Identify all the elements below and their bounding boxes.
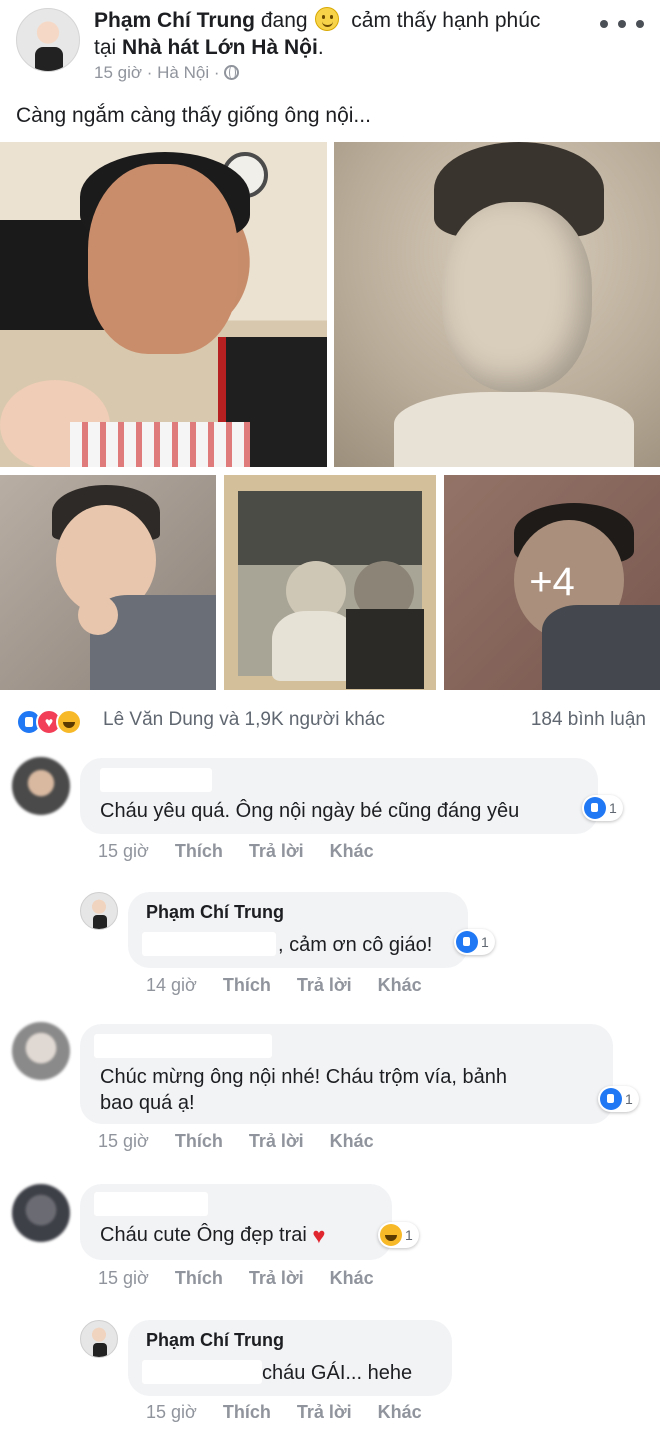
location-link[interactable]: Nhà hát Lớn Hà Nội bbox=[122, 36, 318, 59]
commenter-avatar[interactable] bbox=[12, 1022, 70, 1080]
more-button[interactable]: Khác bbox=[378, 1402, 422, 1423]
more-options-icon[interactable] bbox=[600, 12, 644, 36]
haha-icon bbox=[56, 709, 82, 735]
more-button[interactable]: Khác bbox=[378, 975, 422, 996]
post-time[interactable]: 15 giờ bbox=[94, 63, 142, 82]
reaction-count: 1 bbox=[405, 1227, 413, 1243]
comment-time: 14 giờ bbox=[146, 975, 197, 995]
comment-actions: 15 giờ Thích Trả lời Khác bbox=[98, 1268, 374, 1289]
reply-actions: 15 giờ Thích Trả lời Khác bbox=[146, 1402, 422, 1423]
comment-actions: 15 giờ Thích Trả lời Khác bbox=[98, 841, 374, 862]
like-button[interactable]: Thích bbox=[223, 1402, 271, 1423]
reply-button[interactable]: Trả lời bbox=[249, 1131, 304, 1152]
commenter-name-hidden[interactable] bbox=[94, 1034, 272, 1058]
like-button[interactable]: Thích bbox=[223, 975, 271, 996]
more-button[interactable]: Khác bbox=[330, 1131, 374, 1152]
photo-grandpa-baby[interactable] bbox=[0, 142, 327, 467]
reply-button[interactable]: Trả lời bbox=[297, 1402, 352, 1423]
meta-separator: · bbox=[146, 63, 153, 82]
reactions-bar: Lê Văn Dung và 1,9K người khác 184 bình … bbox=[16, 707, 646, 737]
at-word: tại bbox=[94, 36, 117, 59]
photo-more[interactable]: +4 bbox=[444, 475, 660, 690]
comment-text-content: Cháu cute Ông đẹp trai bbox=[100, 1224, 307, 1246]
status-verb: đang bbox=[260, 9, 308, 32]
post-header-line2: tại Nhà hát Lớn Hà Nội. bbox=[94, 34, 324, 62]
comment-count[interactable]: 184 bình luận bbox=[531, 709, 646, 731]
reply-actions: 14 giờ Thích Trả lời Khác bbox=[146, 975, 422, 996]
reaction-icons[interactable] bbox=[16, 707, 96, 735]
reply-button[interactable]: Trả lời bbox=[297, 975, 352, 996]
post-header-line1: Phạm Chí Trung đang cảm thấy hạnh phúc bbox=[94, 6, 540, 36]
globe-icon bbox=[224, 65, 240, 80]
commenter-name-hidden[interactable] bbox=[100, 768, 212, 792]
reply-author-name[interactable]: Phạm Chí Trung bbox=[146, 902, 284, 923]
meta-separator-2: · bbox=[213, 63, 220, 82]
reply-bubble: Phạm Chí Trung , cảm ơn cô giáo! bbox=[128, 892, 468, 968]
photo-vintage-family[interactable] bbox=[224, 475, 436, 690]
more-photos-count: +4 bbox=[529, 560, 575, 604]
more-button[interactable]: Khác bbox=[330, 841, 374, 862]
comment-actions: 15 giờ Thích Trả lời Khác bbox=[98, 1131, 374, 1152]
post-meta: 15 giờ · Hà Nội · bbox=[94, 63, 240, 83]
comment-text: Cháu yêu quá. Ông nội ngày bé cũng đáng … bbox=[100, 800, 520, 822]
like-icon bbox=[600, 1088, 622, 1110]
comment-reaction-badge[interactable]: 1 bbox=[378, 1222, 419, 1248]
reply-button[interactable]: Trả lời bbox=[249, 1268, 304, 1289]
heart-icon: ♥ bbox=[312, 1223, 326, 1248]
photo-baby-lying[interactable] bbox=[0, 475, 216, 690]
reply-button[interactable]: Trả lời bbox=[249, 841, 304, 862]
post-place: Hà Nội bbox=[157, 63, 210, 82]
feeling-text: cảm thấy hạnh phúc bbox=[351, 9, 541, 32]
reaction-count: 1 bbox=[481, 934, 489, 950]
reaction-names[interactable]: Lê Văn Dung và 1,9K người khác bbox=[103, 709, 385, 731]
reply-author-avatar[interactable] bbox=[80, 1320, 118, 1358]
like-icon bbox=[456, 931, 478, 953]
reply-text: cháu GÁI... hehe bbox=[262, 1362, 413, 1384]
reply-author-name[interactable]: Phạm Chí Trung bbox=[146, 1330, 284, 1351]
like-button[interactable]: Thích bbox=[175, 841, 223, 862]
tagged-name-hidden[interactable] bbox=[142, 1360, 262, 1384]
tagged-name-hidden[interactable] bbox=[142, 932, 276, 956]
comment-bubble: Cháu yêu quá. Ông nội ngày bé cũng đáng … bbox=[80, 758, 598, 834]
comment-bubble: Chúc mừng ông nội nhé! Cháu trộm vía, bả… bbox=[80, 1024, 613, 1124]
commenter-name-hidden[interactable] bbox=[94, 1192, 208, 1216]
reply-text: , cảm ơn cô giáo! bbox=[278, 934, 433, 956]
like-button[interactable]: Thích bbox=[175, 1131, 223, 1152]
reaction-count: 1 bbox=[625, 1091, 633, 1107]
author-avatar[interactable] bbox=[16, 8, 80, 72]
author-name[interactable]: Phạm Chí Trung bbox=[94, 9, 255, 32]
comment-text: Cháu cute Ông đẹp trai ♥ bbox=[100, 1220, 325, 1251]
location-suffix: . bbox=[317, 36, 324, 59]
smiley-icon bbox=[315, 7, 340, 31]
reply-author-avatar[interactable] bbox=[80, 892, 118, 930]
comment-bubble: Cháu cute Ông đẹp trai ♥ bbox=[80, 1184, 392, 1260]
commenter-avatar[interactable] bbox=[12, 757, 70, 815]
like-icon bbox=[584, 797, 606, 819]
haha-icon bbox=[380, 1224, 402, 1246]
like-button[interactable]: Thích bbox=[175, 1268, 223, 1289]
comment-reaction-badge[interactable]: 1 bbox=[598, 1086, 639, 1112]
reply-reaction-badge[interactable]: 1 bbox=[454, 929, 495, 955]
comment-time: 15 giờ bbox=[98, 841, 149, 861]
comment-time: 15 giờ bbox=[146, 1402, 197, 1422]
more-button[interactable]: Khác bbox=[330, 1268, 374, 1289]
commenter-avatar[interactable] bbox=[12, 1184, 70, 1242]
comment-text-line2: bao quá ạ! bbox=[100, 1092, 195, 1114]
reaction-count: 1 bbox=[609, 800, 617, 816]
reply-bubble: Phạm Chí Trung cháu GÁI... hehe bbox=[128, 1320, 452, 1396]
comment-reaction-badge[interactable]: 1 bbox=[582, 795, 623, 821]
post-text: Càng ngắm càng thấy giống ông nội... bbox=[16, 104, 371, 127]
photo-vintage-boy[interactable] bbox=[334, 142, 660, 467]
comment-time: 15 giờ bbox=[98, 1268, 149, 1288]
comment-time: 15 giờ bbox=[98, 1131, 149, 1151]
